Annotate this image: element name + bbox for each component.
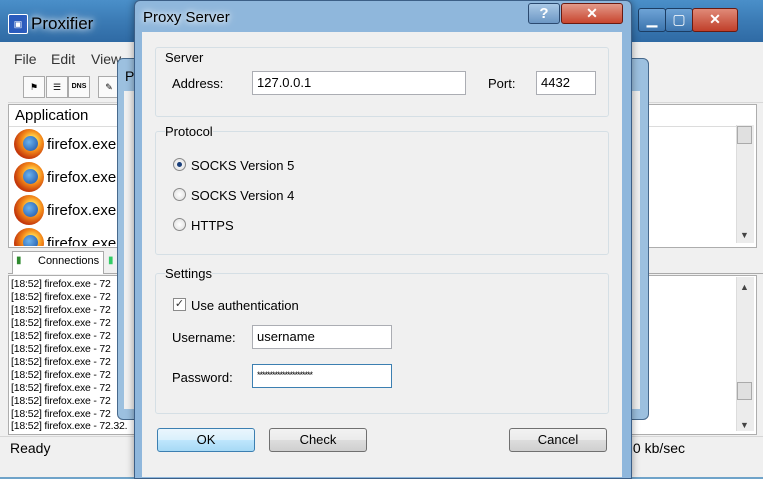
main-window-title: Proxifier — [31, 14, 94, 33]
log-scrollbar[interactable] — [736, 277, 754, 431]
firefox-icon — [14, 228, 44, 246]
cancel-button[interactable]: Cancel — [509, 428, 607, 452]
menu-edit[interactable]: Edit — [51, 51, 75, 67]
maximize-button[interactable]: ▢ — [665, 8, 693, 32]
scroll-down-icon[interactable]: ▼ — [740, 230, 749, 240]
settings-group-label: Settings — [165, 266, 212, 281]
socks4-label[interactable]: SOCKS Version 4 — [191, 188, 294, 203]
app-name: firefox.exe — [47, 235, 117, 246]
password-label: Password: — [172, 370, 233, 385]
proxifier-icon: ▣ — [8, 14, 28, 34]
socks5-label[interactable]: SOCKS Version 5 — [191, 158, 294, 173]
port-input[interactable]: 4432 — [536, 71, 596, 95]
scrollbar-thumb[interactable] — [737, 126, 752, 144]
password-input[interactable]: ********************** — [252, 364, 392, 388]
use-authentication-label[interactable]: Use authentication — [191, 298, 299, 313]
https-label[interactable]: HTTPS — [191, 218, 234, 233]
proxies-dialog-title: P — [125, 68, 135, 84]
dialog-close-button[interactable]: ✕ — [561, 3, 623, 24]
log-line: [18:52] firefox.exe - 72 — [11, 369, 111, 381]
status-text: Ready — [10, 440, 51, 456]
log-line: [18:52] firefox.exe - 72 — [11, 317, 111, 329]
log-line: [18:52] firefox.exe - 72 — [11, 382, 111, 394]
app-name: firefox.exe — [47, 169, 117, 186]
check-button[interactable]: Check — [269, 428, 367, 452]
socks5-radio[interactable] — [173, 158, 186, 171]
close-button[interactable]: ✕ — [692, 8, 738, 32]
socks4-radio[interactable] — [173, 188, 186, 201]
list-item[interactable]: firefox.exe — [14, 228, 124, 246]
use-authentication-checkbox[interactable]: ✓ — [173, 298, 186, 311]
server-group-label: Server — [165, 50, 204, 65]
dns-icon[interactable]: DNS — [68, 76, 90, 98]
log-line: [18:52] firefox.exe - 72 — [11, 343, 111, 355]
log-line: [18:52] firefox.exe - 72 — [11, 278, 111, 290]
address-input[interactable]: 127.0.0.1 — [252, 71, 466, 95]
menu-file[interactable]: File — [14, 51, 37, 67]
rules-icon[interactable]: ☰ — [46, 76, 68, 98]
connections-icon: ▮ — [16, 255, 22, 266]
log-line: [18:52] firefox.exe - 72 — [11, 330, 111, 342]
list-item[interactable]: firefox.exe — [14, 129, 124, 161]
username-input[interactable]: username — [252, 325, 392, 349]
help-button[interactable]: ? — [528, 3, 560, 24]
address-label: Address: — [172, 76, 224, 91]
port-label: Port: — [488, 76, 516, 91]
https-radio[interactable] — [173, 218, 186, 231]
log-line: [18:52] firefox.exe - 72 — [11, 408, 111, 420]
minimize-button[interactable]: ▁ — [638, 8, 666, 32]
log-line: [18:52] firefox.exe - 72.32. — [11, 420, 128, 432]
log-line: [18:52] firefox.exe - 72 — [11, 395, 111, 407]
app-name: firefox.exe — [47, 202, 117, 219]
log-line: [18:52] firefox.exe - 72 — [11, 291, 111, 303]
ok-button[interactable]: OK — [157, 428, 255, 452]
traffic-icon[interactable]: ▮ — [108, 255, 114, 266]
dialog-title: Proxy Server — [143, 9, 230, 26]
firefox-icon — [14, 195, 44, 225]
list-item[interactable]: firefox.exe — [14, 162, 124, 194]
profile-icon[interactable]: ⚑ — [23, 76, 45, 98]
list-item[interactable]: firefox.exe — [14, 195, 124, 227]
username-label: Username: — [172, 330, 236, 345]
log-line: [18:52] firefox.exe - 72 — [11, 356, 111, 368]
app-name: firefox.exe — [47, 136, 117, 153]
scroll-up-icon[interactable]: ▲ — [740, 282, 749, 292]
firefox-icon — [14, 129, 44, 159]
protocol-group-label: Protocol — [165, 124, 213, 139]
scroll-down-icon[interactable]: ▼ — [740, 420, 749, 430]
log-line: [18:52] firefox.exe - 72 — [11, 304, 111, 316]
firefox-icon — [14, 162, 44, 192]
tab-connections-label: Connections — [38, 255, 100, 267]
scrollbar-thumb[interactable] — [737, 382, 752, 400]
